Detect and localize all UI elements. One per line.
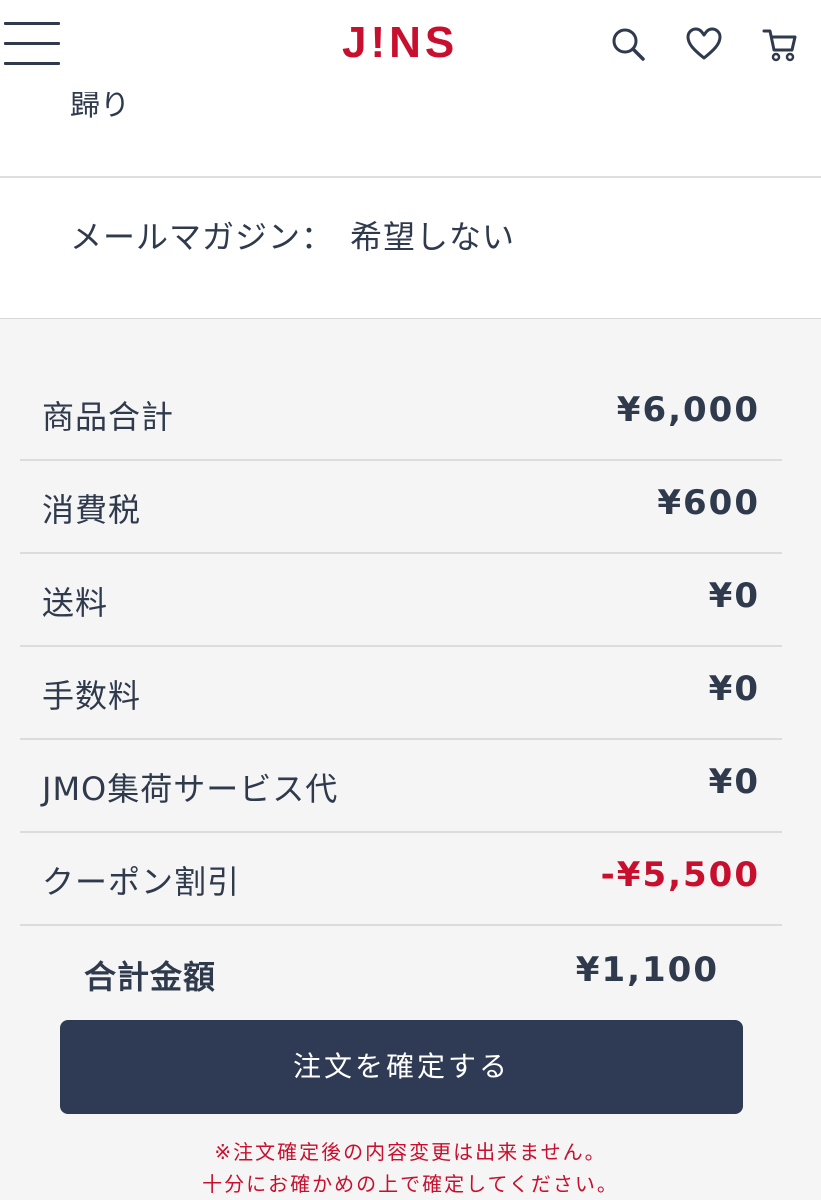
header: J!NS [0, 0, 821, 92]
confirm-order-button[interactable]: 注文を確定する [60, 1020, 743, 1114]
summary-row-subtotal: 商品合計 ¥6,000 [20, 368, 782, 461]
summary-label: クーポン割引 [42, 863, 241, 901]
newsletter-section: メールマガジン： 希望しない [0, 178, 821, 318]
newsletter-label: メールマガジン： [70, 218, 335, 256]
menu-bar [4, 42, 60, 45]
search-icon[interactable] [608, 24, 648, 64]
total-row: 合計金額 ¥1,100 [0, 948, 821, 1008]
summary-row-jmo: JMO集荷サービス代 ¥0 [20, 740, 782, 833]
order-notes: ※注文確定後の内容変更は出来ません。 十分にお確かめの上で確定してください。 [0, 1136, 821, 1200]
divider [0, 318, 821, 319]
heart-icon[interactable] [684, 24, 724, 64]
summary-value: ¥0 [708, 576, 760, 616]
summary-row-fee: 手数料 ¥0 [20, 647, 782, 740]
order-summary: 商品合計 ¥6,000 消費税 ¥600 送料 ¥0 手数料 ¥0 JMO集荷サ… [20, 368, 782, 926]
summary-value: ¥600 [657, 483, 760, 523]
menu-icon[interactable] [4, 20, 62, 68]
summary-row-shipping: 送料 ¥0 [20, 554, 782, 647]
menu-bar [4, 62, 60, 65]
summary-value-discount: -¥5,500 [600, 855, 760, 895]
total-value: ¥1,100 [575, 950, 719, 990]
jins-logo[interactable]: J!NS [342, 20, 458, 66]
summary-label: 消費税 [42, 491, 142, 529]
summary-row-tax: 消費税 ¥600 [20, 461, 782, 554]
summary-value: ¥6,000 [616, 390, 760, 430]
summary-label: 手数料 [42, 677, 142, 715]
newsletter-value: 希望しない [350, 218, 516, 256]
menu-bar [4, 22, 60, 25]
total-label: 合計金額 [84, 958, 217, 996]
summary-row-coupon: クーポン割引 -¥5,500 [20, 833, 782, 926]
summary-label: 商品合計 [42, 398, 175, 436]
note-line: ※注文確定後の内容変更は出来ません。 [214, 1140, 607, 1164]
summary-value: ¥0 [708, 669, 760, 709]
cart-icon[interactable] [760, 24, 800, 64]
summary-label: 送料 [42, 584, 109, 622]
summary-value: ¥0 [708, 762, 760, 802]
summary-label: JMO集荷サービス代 [42, 770, 339, 808]
note-line: 十分にお確かめの上で確定してください。 [202, 1172, 619, 1196]
newsletter-row: メールマガジン： 希望しない [70, 212, 515, 258]
